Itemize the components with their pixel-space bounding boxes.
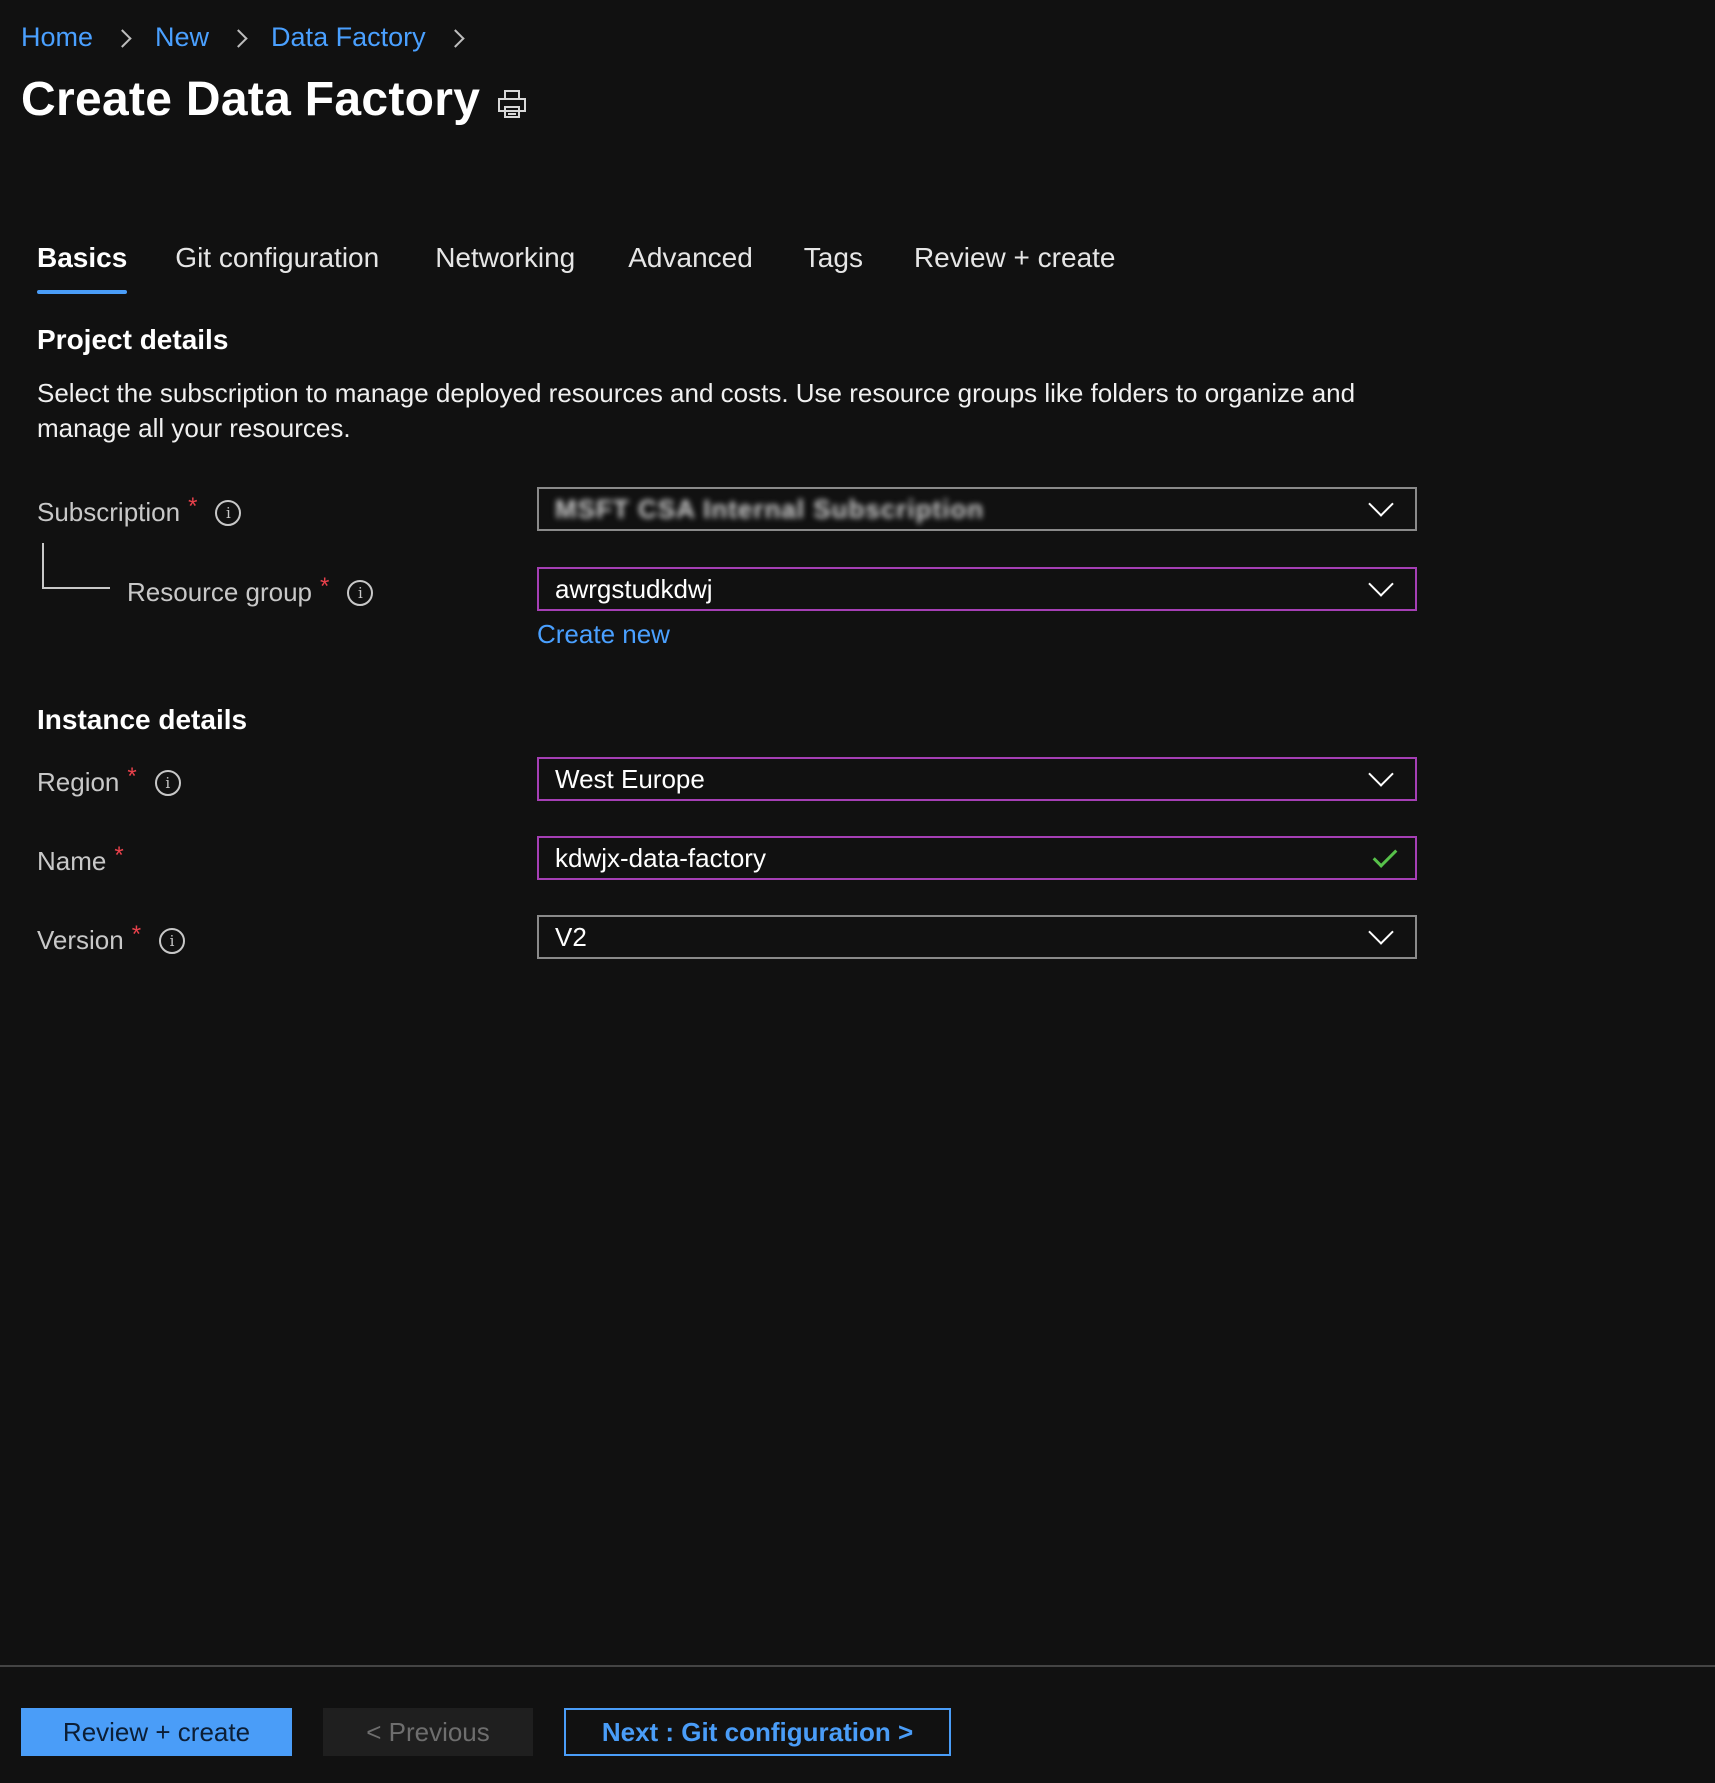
footer-divider [0,1665,1715,1667]
chevron-down-icon [1369,926,1391,948]
breadcrumb: Home New Data Factory [21,22,488,53]
project-details-description: Select the subscription to manage deploy… [37,378,1356,443]
checkmark-icon [1371,848,1397,868]
page-title: Create Data Factory [21,73,481,126]
subscription-label: Subscription * i [37,493,242,528]
resource-group-value: awrgstudkdwj [555,573,713,604]
version-dropdown[interactable]: V2 [537,915,1417,959]
hierarchy-connector [42,543,110,589]
name-label: Name * [37,842,124,877]
chevron-down-icon [1369,768,1391,790]
region-dropdown[interactable]: West Europe [537,757,1417,801]
region-label-text: Region [37,767,120,797]
info-icon[interactable]: i [215,499,242,526]
chevron-down-icon [1369,498,1391,520]
create-new-link[interactable]: Create new [537,619,670,650]
tab-advanced[interactable]: Advanced [628,242,753,294]
name-input[interactable]: kdwjx-data-factory [537,836,1417,880]
review-create-button[interactable]: Review + create [21,1708,292,1756]
tab-networking[interactable]: Networking [435,242,575,294]
chevron-right-icon [229,27,251,49]
chevron-right-icon [446,27,468,49]
required-asterisk: * [320,572,330,600]
breadcrumb-data-factory[interactable]: Data Factory [271,22,426,53]
chevron-right-icon [113,27,135,49]
info-icon[interactable]: i [159,927,186,954]
breadcrumb-home[interactable]: Home [21,22,93,53]
resource-group-dropdown[interactable]: awrgstudkdwj [537,567,1417,611]
print-icon[interactable] [496,88,528,120]
required-asterisk: * [114,841,124,869]
required-asterisk: * [131,920,142,948]
resource-group-label: Resource group * i [127,573,374,608]
info-icon[interactable]: i [154,769,181,796]
version-label: Version * i [37,921,186,956]
subscription-dropdown[interactable]: MSFT CSA Internal Subscription [537,487,1417,531]
info-icon[interactable]: i [347,579,374,606]
required-asterisk: * [127,762,137,790]
name-label-text: Name [37,846,107,876]
region-label: Region * i [37,763,181,798]
resource-group-label-text: Resource group [127,577,312,607]
tab-bar: Basics Git configuration Networking Adva… [37,242,1116,294]
region-value: West Europe [555,763,705,794]
required-asterisk: * [188,492,198,520]
breadcrumb-new[interactable]: New [155,22,209,53]
tab-tags[interactable]: Tags [804,242,863,294]
subscription-value: MSFT CSA Internal Subscription [555,493,985,524]
chevron-down-icon [1369,578,1391,600]
previous-button[interactable]: < Previous [323,1708,533,1756]
name-value: kdwjx-data-factory [555,842,766,873]
version-label-text: Version [37,925,124,955]
subscription-label-text: Subscription [37,497,181,527]
tab-basics[interactable]: Basics [37,242,128,294]
tab-git-configuration[interactable]: Git configuration [175,242,379,294]
next-git-configuration-button[interactable]: Next : Git configuration > [564,1708,951,1756]
project-details-heading: Project details [37,324,229,355]
instance-details-heading: Instance details [37,704,248,735]
tab-review-create[interactable]: Review + create [914,242,1116,294]
version-value: V2 [555,921,587,952]
